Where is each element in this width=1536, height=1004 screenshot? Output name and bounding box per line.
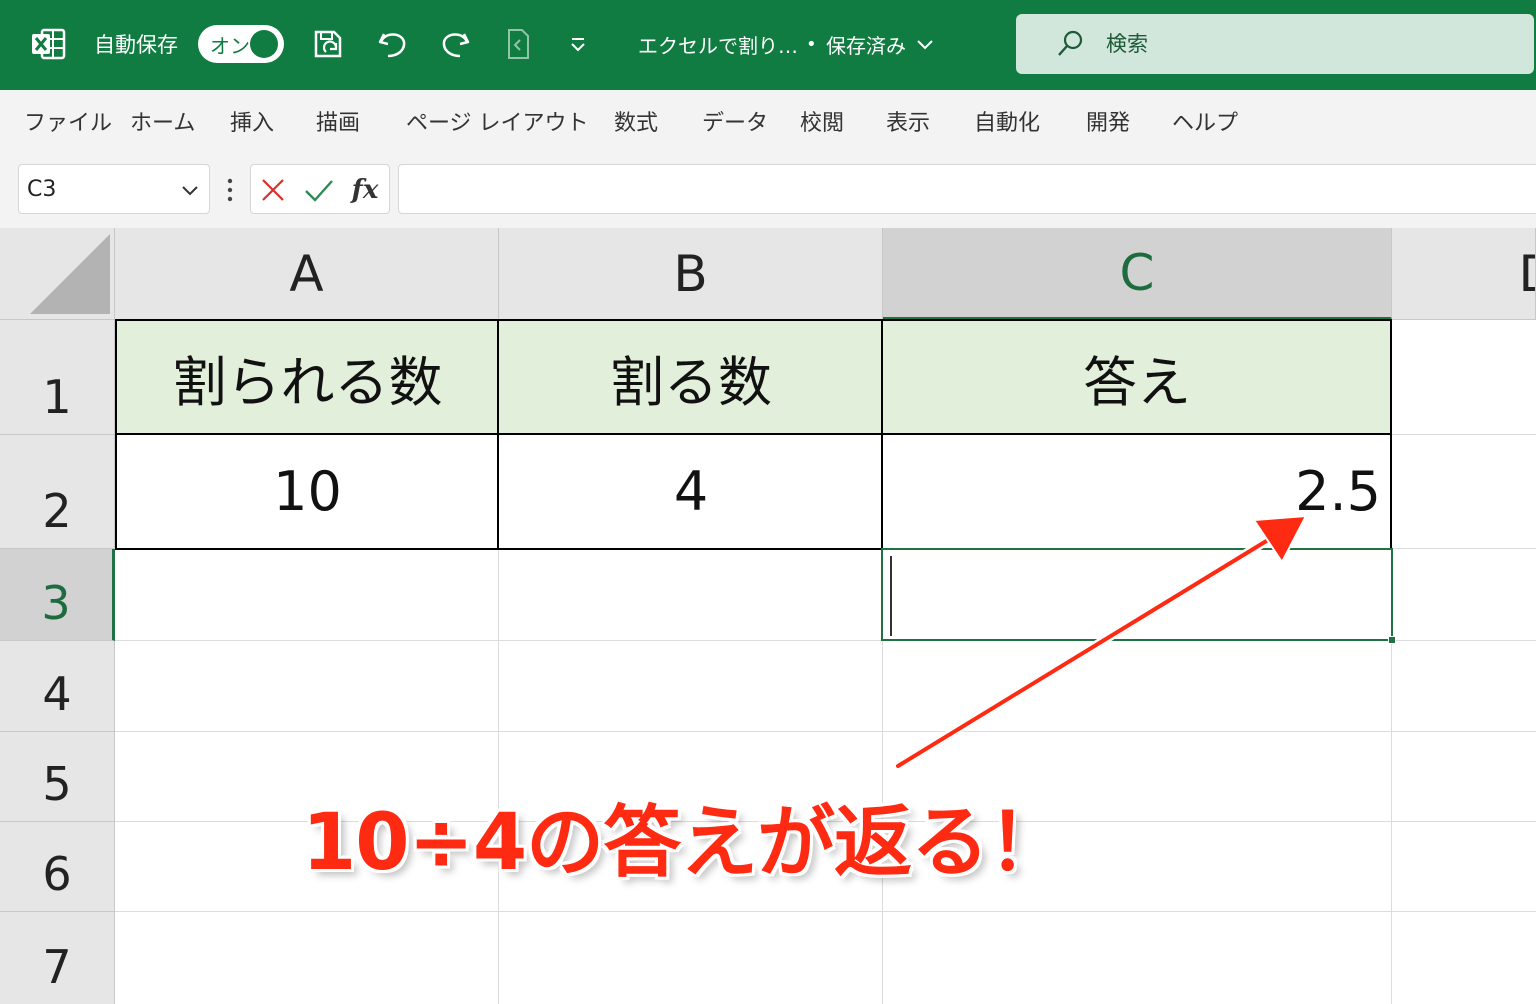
- tab-formulas[interactable]: 数式: [614, 104, 658, 138]
- table-border: [881, 319, 883, 550]
- table-border: [497, 319, 499, 550]
- cell-a1[interactable]: 割られる数: [116, 320, 499, 434]
- document-icon[interactable]: [498, 24, 538, 64]
- save-icon[interactable]: [308, 24, 348, 64]
- autosave-toggle[interactable]: オン: [198, 25, 284, 63]
- enter-check-icon[interactable]: [303, 174, 335, 206]
- toggle-knob: [250, 30, 278, 58]
- search-box[interactable]: [1016, 14, 1534, 74]
- title-separator: •: [806, 33, 817, 55]
- chevron-down-icon[interactable]: [179, 179, 201, 201]
- column-header-a[interactable]: A: [115, 228, 499, 320]
- name-box-value: C3: [27, 176, 57, 202]
- row-header-2[interactable]: 2: [0, 435, 115, 549]
- select-all-corner[interactable]: [0, 228, 115, 320]
- cell-b2[interactable]: 4: [499, 435, 883, 548]
- tab-data[interactable]: データ: [702, 104, 768, 138]
- tab-help[interactable]: ヘルプ: [1172, 104, 1238, 138]
- redo-icon[interactable]: [436, 24, 476, 64]
- active-cell-c3[interactable]: [881, 548, 1396, 644]
- autosave-label: 自動保存: [94, 33, 178, 57]
- gridline: [1391, 320, 1392, 1004]
- column-d-label: D: [1518, 245, 1535, 303]
- row-header-6[interactable]: 6: [0, 822, 115, 912]
- row-header-5[interactable]: 5: [0, 732, 115, 822]
- column-header-d[interactable]: D: [1392, 228, 1536, 320]
- annotation-text: 10÷4の答えが返る！: [302, 798, 1066, 888]
- save-status-label: 保存済み: [826, 33, 906, 58]
- undo-icon[interactable]: [372, 24, 412, 64]
- customize-toolbar-icon[interactable]: [558, 24, 598, 64]
- chevron-down-icon: [917, 40, 933, 50]
- search-icon: [1058, 30, 1083, 56]
- cell-b1[interactable]: 割る数: [499, 320, 883, 434]
- select-all-triangle-icon: [30, 234, 110, 314]
- tab-view[interactable]: 表示: [886, 104, 930, 138]
- tab-file[interactable]: ファイル: [24, 104, 112, 138]
- fx-label: fx: [351, 175, 379, 205]
- row-header-3[interactable]: 3: [0, 549, 115, 641]
- cancel-icon[interactable]: [257, 174, 289, 206]
- more-options-icon[interactable]: [222, 174, 238, 206]
- cell-a2[interactable]: 10: [116, 435, 499, 548]
- excel-logo-icon: [30, 26, 66, 62]
- tab-page-layout[interactable]: ページ レイアウト: [406, 104, 589, 138]
- row-header-1[interactable]: 1: [0, 320, 115, 435]
- name-box[interactable]: C3: [18, 164, 210, 214]
- save-status[interactable]: 保存済み: [826, 28, 936, 60]
- cell-c1[interactable]: 答え: [883, 320, 1391, 434]
- tab-review[interactable]: 校閲: [800, 104, 844, 138]
- tab-home[interactable]: ホーム: [130, 104, 195, 138]
- autosave-state: オン: [210, 33, 250, 58]
- tab-insert[interactable]: 挿入: [230, 104, 274, 138]
- column-header-c[interactable]: C: [883, 228, 1392, 320]
- gridline: [115, 911, 1536, 912]
- insert-function-button[interactable]: fx: [349, 174, 381, 206]
- tab-automate[interactable]: 自動化: [974, 104, 1040, 138]
- ribbon-tabs: ファイル ホーム 挿入 描画 ページ レイアウト 数式 データ 校閲 表示 自動…: [0, 90, 1536, 152]
- row-header-7[interactable]: 7: [0, 912, 115, 1004]
- column-header-b[interactable]: B: [499, 228, 883, 320]
- title-bar: 自動保存 オン エクセルで割り… • 保存済み: [0, 0, 1536, 90]
- tab-developer[interactable]: 開発: [1086, 104, 1130, 138]
- text-cursor: [890, 556, 892, 636]
- fill-handle[interactable]: [1388, 636, 1396, 644]
- table-border: [115, 433, 1392, 435]
- formula-input[interactable]: [398, 164, 1536, 214]
- cell-c2[interactable]: 2.5: [883, 435, 1391, 548]
- row-header-4[interactable]: 4: [0, 641, 115, 732]
- gridline: [115, 731, 1536, 732]
- tab-draw[interactable]: 描画: [316, 104, 360, 138]
- search-input[interactable]: [1106, 32, 1486, 56]
- formula-bar: C3 fx: [0, 152, 1536, 228]
- formula-buttons: fx: [250, 164, 390, 214]
- document-title[interactable]: エクセルで割り…: [638, 28, 798, 60]
